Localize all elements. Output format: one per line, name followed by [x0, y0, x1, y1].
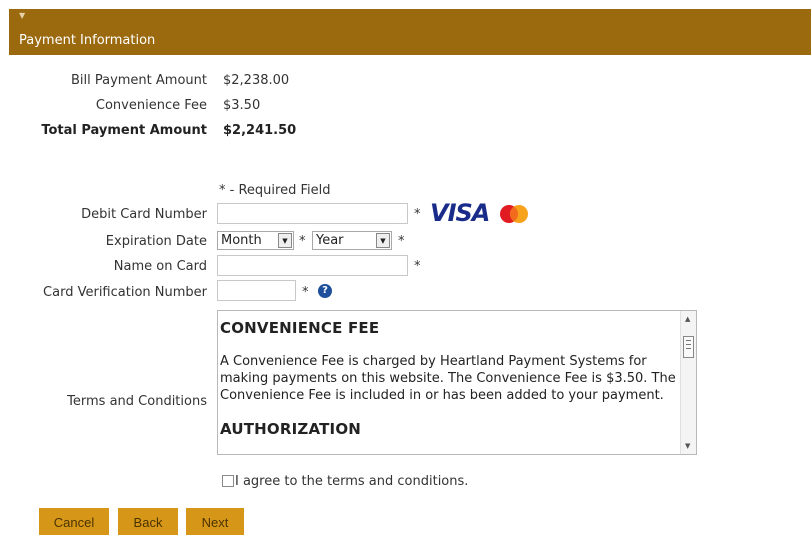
bill-payment-amount-value: $2,238.00 — [223, 73, 290, 88]
agree-checkbox[interactable] — [222, 475, 234, 487]
authorization-heading: AUTHORIZATION — [220, 420, 362, 438]
required-asterisk: * — [398, 234, 405, 249]
debit-card-number-label: Debit Card Number — [81, 207, 207, 222]
expiration-date-label: Expiration Date — [105, 234, 207, 249]
expiration-month-select[interactable]: Month ▼ — [217, 231, 294, 250]
card-verification-number-input[interactable] — [217, 280, 296, 301]
agree-label[interactable]: I agree to the terms and conditions. — [235, 474, 468, 489]
back-button[interactable]: Back — [118, 508, 178, 535]
name-on-card-input[interactable] — [217, 255, 408, 276]
section-title: Payment Information — [19, 33, 156, 48]
required-asterisk: * — [414, 207, 421, 222]
triangle-down-icon[interactable]: ▼ — [19, 11, 25, 20]
month-selected-value: Month — [221, 233, 262, 248]
terms-textbox[interactable]: CONVENIENCE FEE A Convenience Fee is cha… — [217, 310, 697, 455]
bill-payment-amount-label: Bill Payment Amount — [70, 73, 207, 88]
card-verification-number-label: Card Verification Number — [43, 285, 207, 300]
convenience-fee-label: Convenience Fee — [95, 98, 207, 113]
expiration-year-select[interactable]: Year ▼ — [312, 231, 392, 250]
terms-and-conditions-label: Terms and Conditions — [67, 394, 207, 409]
required-field-note: * - Required Field — [219, 183, 331, 198]
payment-information-header: ▼ Payment Information — [9, 9, 811, 55]
debit-card-number-input[interactable] — [217, 203, 408, 224]
scroll-up-icon[interactable]: ▲ — [685, 315, 690, 323]
chevron-down-icon[interactable]: ▼ — [278, 233, 292, 248]
convenience-fee-heading: CONVENIENCE FEE — [220, 319, 380, 337]
chevron-down-icon[interactable]: ▼ — [376, 233, 390, 248]
scroll-down-icon[interactable]: ▼ — [685, 442, 690, 450]
required-asterisk: * — [414, 259, 421, 274]
cancel-button[interactable]: Cancel — [39, 508, 109, 535]
visa-logo: VISA — [430, 199, 490, 227]
required-asterisk: * — [302, 285, 309, 300]
convenience-fee-value: $3.50 — [223, 98, 261, 113]
help-icon[interactable]: ? — [318, 284, 332, 298]
total-payment-amount-label: Total Payment Amount — [41, 123, 207, 138]
total-payment-amount-value: $2,241.50 — [223, 123, 297, 138]
next-button[interactable]: Next — [186, 508, 244, 535]
required-asterisk: * — [299, 234, 306, 249]
convenience-fee-paragraph: A Convenience Fee is charged by Heartlan… — [220, 354, 676, 403]
scroll-thumb[interactable] — [683, 336, 694, 358]
terms-scrollbar[interactable]: ▲ ▼ — [680, 311, 696, 454]
terms-content: CONVENIENCE FEE A Convenience Fee is cha… — [220, 319, 678, 454]
mastercard-logo — [500, 205, 528, 223]
year-selected-value: Year — [316, 233, 344, 248]
name-on-card-label: Name on Card — [113, 259, 207, 274]
